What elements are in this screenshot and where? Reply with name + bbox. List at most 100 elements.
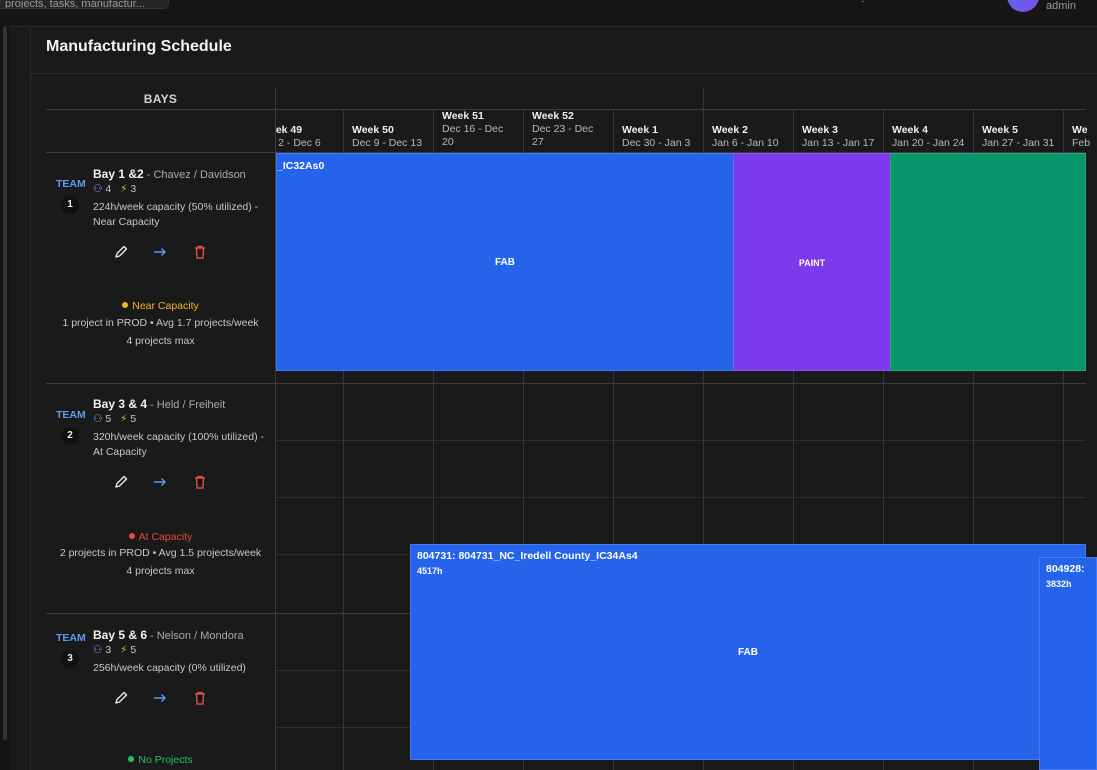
- week-name: Week 1: [622, 124, 658, 136]
- people-count: 4: [105, 183, 112, 195]
- bay-name: Bay 3 & 4 - Held / Freiheit: [93, 397, 225, 411]
- week-name: Week 4: [892, 124, 928, 136]
- week-name: Week 3: [802, 124, 838, 136]
- week-header: Week 3 Jan 13 - Jan 17: [802, 124, 882, 153]
- week-name: Week 5: [982, 124, 1018, 136]
- edit-icon[interactable]: [113, 690, 129, 706]
- bay-actions: [46, 690, 275, 706]
- notification-icon[interactable]: •: [907, 0, 919, 5]
- row-line: [276, 497, 1086, 498]
- week-header: Week 4 Jan 20 - Jan 24: [892, 124, 972, 153]
- week-header: We Feb: [1072, 124, 1097, 153]
- search-input[interactable]: projects, tasks, manufactur...: [0, 0, 169, 9]
- left-rail: [0, 26, 10, 770]
- week-range: c 2 - Dec 6: [276, 137, 321, 149]
- week-header: Week 2 Jan 6 - Jan 10: [712, 124, 792, 153]
- bay-leads: - Chavez / Davidson: [143, 169, 246, 181]
- week-range: Jan 6 - Jan 10: [712, 137, 779, 149]
- bay-leads: - Held / Freiheit: [147, 399, 226, 411]
- bay-max: 4 projects max: [126, 565, 195, 577]
- edit-icon[interactable]: [113, 244, 129, 260]
- status-badge: No Projects: [46, 754, 275, 766]
- project-hours: 3832h: [1046, 579, 1072, 589]
- bay-name-text: Bay 3 & 4: [93, 397, 148, 411]
- status-text: No Projects: [138, 754, 193, 766]
- project-title: 804731: 804731_NC_Iredell County_IC34As4: [417, 550, 638, 562]
- status-text: Near Capacity: [132, 300, 199, 312]
- help-icon[interactable]: ?: [857, 0, 869, 5]
- row-line: [276, 440, 1086, 441]
- edit-icon[interactable]: [113, 474, 129, 490]
- week-header: Week 50 Dec 9 - Dec 13: [352, 124, 432, 153]
- left-rail-scrollbar[interactable]: [3, 26, 7, 740]
- status-badge: Near Capacity: [46, 300, 275, 312]
- bay-name: Bay 1 &2 - Chavez / Davidson: [93, 167, 246, 181]
- team-tag: TEAM: [56, 632, 86, 644]
- page-title: Manufacturing Schedule: [46, 38, 232, 55]
- bolt-icon: ⚡: [120, 644, 128, 656]
- bay-capacity: 256h/week capacity (0% utilized): [93, 662, 246, 674]
- status-dot: [128, 533, 135, 539]
- week-header: Week 52 Dec 23 - Dec 27: [532, 110, 602, 153]
- project-block-fab[interactable]: _IC32As0 FAB: [276, 153, 734, 371]
- panel-border: [30, 26, 31, 770]
- power-count: 5: [130, 644, 137, 656]
- status-badge: At Capacity: [46, 531, 275, 543]
- project-block-fab[interactable]: 804928: 3832h: [1039, 557, 1097, 770]
- status-text: At Capacity: [138, 531, 193, 543]
- bay-stats: ⚇ 4 ⚡ 3: [93, 183, 136, 195]
- status-dot: [122, 302, 129, 308]
- week-range: Feb: [1072, 137, 1091, 149]
- power-count: 5: [130, 413, 137, 425]
- bay-leads: - Nelson / Mondora: [147, 630, 244, 642]
- project-block-phase[interactable]: [890, 153, 1086, 371]
- bay-info: 2 projects in PROD • Avg 1.5 projects/we…: [59, 547, 262, 559]
- week-header: eek 49c 2 - Dec 6: [276, 124, 350, 153]
- week-range: Jan 13 - Jan 17: [802, 137, 875, 149]
- delete-icon[interactable]: [192, 244, 208, 260]
- status-dot: [128, 756, 135, 762]
- move-arrow-icon[interactable]: [152, 244, 168, 260]
- bay-row-2: TEAM 2 Bay 3 & 4 - Held / Freiheit ⚇ 5 ⚡…: [46, 384, 275, 613]
- bay-max: 4 projects max: [126, 335, 195, 347]
- phase-label: FAB: [495, 257, 515, 268]
- team-tag: TEAM: [56, 178, 86, 190]
- week-name: Week 2: [712, 124, 748, 136]
- avatar[interactable]: [1007, 0, 1039, 12]
- people-count: 5: [105, 413, 112, 425]
- delete-icon[interactable]: [192, 690, 208, 706]
- project-block-paint[interactable]: PAINT: [733, 153, 891, 371]
- week-name: Week 52: [532, 110, 574, 122]
- delete-icon[interactable]: [192, 474, 208, 490]
- project-title: 804928:: [1046, 563, 1085, 575]
- week-name: We: [1072, 124, 1088, 136]
- bays-column-header: BAYS: [143, 92, 178, 106]
- move-arrow-icon[interactable]: [152, 690, 168, 706]
- team-tag: TEAM: [56, 409, 86, 421]
- week-header: Week 1 Dec 30 - Jan 3: [622, 124, 702, 153]
- people-icon: ⚇: [93, 644, 103, 656]
- bay-name-text: Bay 1 &2: [93, 167, 144, 181]
- team-number: 2: [61, 427, 79, 445]
- week-name: eek 49: [276, 124, 303, 136]
- week-range: Dec 9 - Dec 13: [352, 137, 423, 149]
- week-range: Jan 27 - Jan 31: [982, 137, 1055, 149]
- move-arrow-icon[interactable]: [152, 474, 168, 490]
- team-number: 3: [61, 650, 79, 668]
- bay-row-3: TEAM 3 Bay 5 & 6 - Nelson / Mondora ⚇ 3 …: [46, 614, 275, 770]
- week-range: Dec 30 - Jan 3: [622, 137, 691, 149]
- bay-info: 1 project in PROD • Avg 1.7 projects/wee…: [62, 317, 259, 329]
- project-hours: 4517h: [417, 566, 443, 576]
- settings-icon[interactable]: •: [957, 0, 969, 5]
- week-header: Week 51 Dec 16 - Dec 20: [442, 110, 512, 153]
- phase-label: PAINT: [798, 258, 826, 268]
- week-name: Week 51: [442, 110, 484, 122]
- top-bar: projects, tasks, manufactur... ? • • adm…: [0, 0, 1097, 27]
- bolt-icon: ⚡: [120, 413, 128, 425]
- project-block-fab[interactable]: 804731: 804731_NC_Iredell County_IC34As4…: [410, 544, 1086, 760]
- bay-name-text: Bay 5 & 6: [93, 628, 148, 642]
- people-icon: ⚇: [93, 413, 103, 425]
- bay-stats: ⚇ 5 ⚡ 5: [93, 413, 136, 425]
- bay-name: Bay 5 & 6 - Nelson / Mondora: [93, 628, 244, 642]
- week-name: Week 50: [352, 124, 394, 136]
